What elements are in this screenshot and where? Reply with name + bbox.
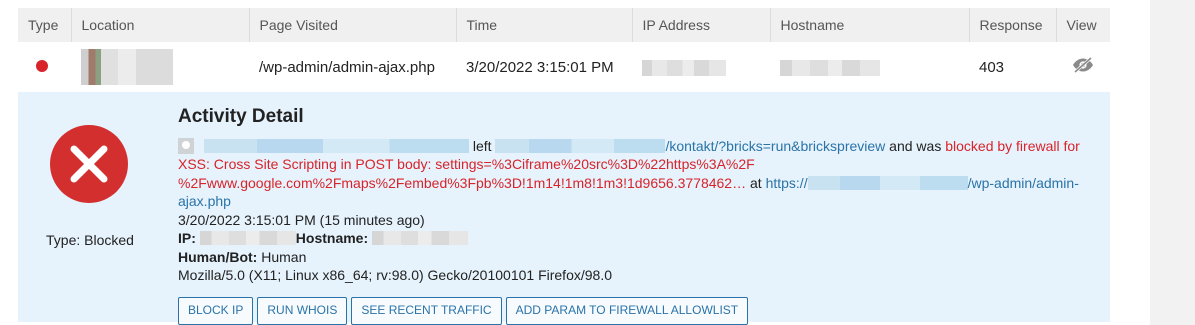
blocked-message: blocked by firewall for	[945, 137, 1080, 154]
live-traffic-table-wrap: Type Location Page Visited Time IP Addre…	[18, 8, 1110, 325]
see-recent-traffic-button[interactable]: See Recent Traffic	[351, 296, 502, 325]
redacted-location	[81, 49, 173, 85]
page-visited-cell: /wp-admin/admin-ajax.php	[259, 58, 435, 76]
redacted-hostname-detail	[372, 231, 469, 245]
activity-detail-content: Activity Detail left /kontakt/?bricks=ru…	[178, 106, 1098, 325]
live-traffic-table: Type Location Page Visited Time IP Addre…	[18, 8, 1110, 92]
type-cell	[18, 42, 71, 92]
column-header-view: View	[1056, 8, 1110, 42]
location-cell	[71, 42, 249, 92]
activity-detail-title: Activity Detail	[178, 106, 304, 127]
user-agent: Mozilla/5.0 (X11; Linux x86_64; rv:98.0)…	[178, 267, 612, 283]
column-header-hostname[interactable]: Hostname	[770, 8, 970, 42]
left-word: left	[472, 137, 492, 154]
response-cell: 403	[979, 58, 1005, 76]
ip-label: IP:	[178, 230, 196, 246]
blocked-status-dot	[36, 59, 48, 72]
xss-reason-line-1: XSS: Cross Site Scripting in POST body: …	[178, 156, 755, 172]
xss-reason-line-2: %2Fwww.google.com%2Fmaps%2Fembed%3Fpb%3D…	[178, 174, 747, 191]
at-word: at	[749, 174, 762, 191]
human-bot-value: Human	[261, 248, 307, 265]
type-blocked-label: Type: Blocked	[46, 232, 134, 248]
blocked-x-icon	[50, 125, 128, 203]
ip-hostname-line: IP: Hostname:	[178, 229, 1098, 248]
table-row[interactable]: /wp-admin/admin-ajax.php 3/20/2022 3:15:…	[18, 42, 1110, 92]
human-bot-label: Human/Bot:	[178, 248, 258, 265]
column-header-ip-address[interactable]: IP Address	[632, 8, 771, 42]
ip-address-cell	[632, 42, 770, 92]
redacted-ip	[199, 231, 296, 245]
column-header-page-visited[interactable]: Page Visited	[249, 8, 457, 42]
column-header-time[interactable]: Time	[456, 8, 633, 42]
redacted-hostname	[780, 59, 880, 76]
activity-timestamp: 3/20/2022 3:15:01 PM (15 minutes ago)	[178, 211, 425, 228]
column-header-type[interactable]: Type	[18, 8, 72, 42]
and-was-text: and was	[889, 137, 942, 154]
column-header-location[interactable]: Location	[71, 8, 250, 42]
run-whois-button[interactable]: Run WHOIS	[257, 296, 348, 325]
human-bot-line: Human/Bot: Human	[178, 248, 1098, 267]
user-avatar-icon	[178, 137, 194, 154]
redacted-target-host	[807, 175, 968, 190]
right-gutter	[1150, 0, 1195, 325]
redacted-ip-address	[642, 59, 726, 76]
hostname-cell	[770, 42, 969, 92]
column-header-response[interactable]: Response	[969, 8, 1057, 42]
block-ip-button[interactable]: Block IP	[178, 296, 254, 325]
activity-detail-panel: Type: Blocked Activity Detail left /kont…	[18, 92, 1110, 325]
hostname-label: Hostname:	[295, 230, 369, 246]
action-buttons: Block IP Run WHOIS See Recent Traffic Ad…	[178, 296, 1098, 325]
activity-summary: left /kontakt/?bricks=run&brickspreview …	[178, 137, 1098, 211]
target-url-prefix: https://	[765, 174, 808, 191]
time-cell: 3/20/2022 3:15:01 PM	[466, 58, 614, 76]
redacted-user[interactable]	[204, 138, 469, 153]
table-header-row: Type Location Page Visited Time IP Addre…	[18, 8, 1110, 42]
add-param-to-firewall-allowlist-button[interactable]: Add Param to Firewall Allowlist	[505, 296, 749, 325]
view-cell	[1056, 42, 1110, 92]
eye-slash-icon[interactable]	[1072, 56, 1094, 77]
redacted-referrer-host	[495, 138, 666, 153]
referrer-url-link[interactable]: /kontakt/?bricks=run&brickspreview	[665, 138, 885, 154]
